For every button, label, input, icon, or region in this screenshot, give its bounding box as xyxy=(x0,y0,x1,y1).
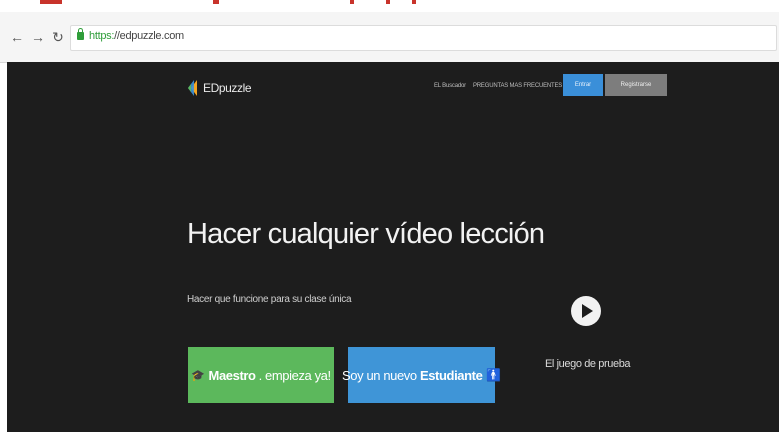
url-text[interactable]: https://edpuzzle.com xyxy=(89,30,184,42)
teacher-cta-text: . empieza ya! xyxy=(258,367,332,383)
top-strip xyxy=(0,0,779,12)
student-join-button[interactable]: Soy un nuevo Estudiante 🚹 xyxy=(342,347,501,403)
play-icon[interactable] xyxy=(571,296,601,326)
reload-icon[interactable]: ↻ xyxy=(51,28,65,46)
nav-link-search[interactable]: EL Buscador xyxy=(434,83,466,89)
edpuzzle-page: EDpuzzle EL Buscador PREGUNTAS MAS FRECU… xyxy=(7,62,779,432)
puzzle-logo-icon xyxy=(188,80,197,96)
red-mark xyxy=(213,0,219,4)
forward-arrow-icon[interactable]: → xyxy=(31,28,45,46)
back-arrow-icon[interactable]: ← xyxy=(10,28,24,46)
student-cta-bold: Estudiante xyxy=(419,367,483,383)
hero-subtitle: Hacer que funcione para su clase única xyxy=(187,294,352,305)
login-button[interactable]: Entrar xyxy=(563,74,603,96)
red-mark xyxy=(40,0,62,4)
nav-link-faq[interactable]: PREGUNTAS MAS FRECUENTES xyxy=(473,83,562,89)
teacher-cta-bold: Maestro xyxy=(208,367,256,383)
red-mark xyxy=(350,0,354,4)
demo-label[interactable]: El juego de prueba xyxy=(545,358,631,370)
hero-title: Hacer cualquier vídeo lección xyxy=(187,218,545,250)
teacher-start-button[interactable]: 🎓 Maestro . empieza ya! xyxy=(188,347,334,403)
red-mark xyxy=(386,0,390,4)
url-scheme: https: xyxy=(89,30,115,42)
graduation-cap-icon: 🎓 xyxy=(191,369,205,382)
red-mark xyxy=(412,0,416,4)
browser-toolbar: ← → ↻ https://edpuzzle.com xyxy=(0,12,779,63)
address-bar[interactable]: https://edpuzzle.com xyxy=(70,25,777,51)
url-host: //edpuzzle.com xyxy=(114,30,184,42)
student-cta-text: Soy un nuevo xyxy=(342,367,420,383)
signup-button[interactable]: Registrarse xyxy=(605,74,667,96)
logo-text: EDpuzzle xyxy=(203,81,252,95)
lock-icon xyxy=(77,28,84,40)
student-icon: 🚹 xyxy=(486,368,501,382)
